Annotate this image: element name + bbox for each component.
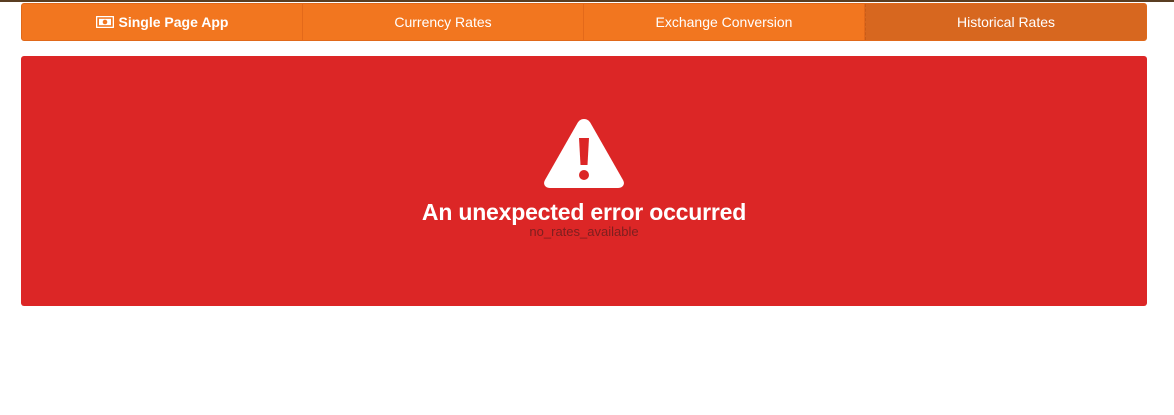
nav-item-label: Historical Rates: [956, 14, 1056, 30]
nav-brand-link[interactable]: Single Page App: [22, 4, 303, 40]
top-border: [0, 0, 1174, 2]
nav-item-exchange-conversion[interactable]: Exchange Conversion: [584, 4, 865, 40]
nav-item-label: Currency Rates: [394, 14, 492, 30]
warning-triangle-icon: [544, 119, 624, 188]
nav-brand-label: Single Page App: [118, 14, 229, 30]
error-title: An unexpected error occurred: [421, 199, 747, 225]
top-navbar: Single Page App Currency Rates Exchange …: [21, 3, 1147, 41]
money-bill-icon: [95, 16, 114, 28]
nav-item-historical-rates[interactable]: Historical Rates: [865, 4, 1146, 40]
error-detail: no_rates_available: [529, 224, 639, 239]
nav-item-currency-rates[interactable]: Currency Rates: [303, 4, 584, 40]
error-panel: An unexpected error occurred no_rates_av…: [21, 56, 1147, 306]
nav-item-label: Exchange Conversion: [655, 14, 793, 30]
